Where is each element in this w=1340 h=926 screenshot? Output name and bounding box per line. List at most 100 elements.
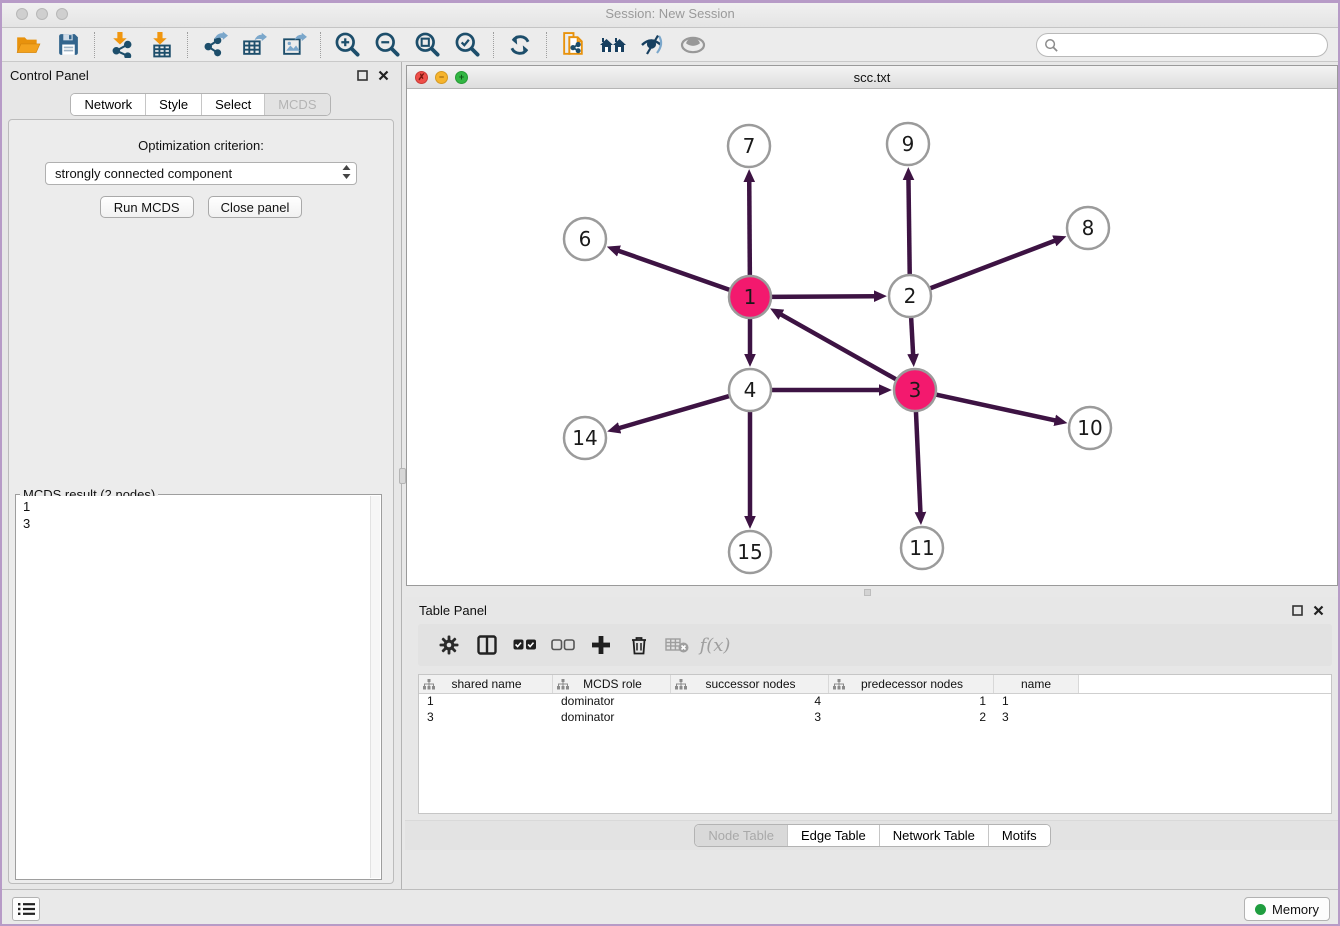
network-graph[interactable]: 7968124314101511 bbox=[407, 89, 1337, 585]
graph-edge-2-9[interactable] bbox=[908, 179, 909, 277]
table-panel-title: Table Panel bbox=[419, 603, 487, 618]
save-session-button[interactable] bbox=[48, 30, 88, 60]
close-panel-button[interactable] bbox=[375, 67, 391, 83]
split-view-button[interactable] bbox=[468, 630, 506, 660]
graph-node-label-3: 3 bbox=[909, 378, 922, 402]
graph-edge-3-10[interactable] bbox=[934, 394, 1056, 421]
cell-name[interactable]: 1 bbox=[994, 694, 1079, 710]
show-all-button[interactable] bbox=[673, 30, 713, 60]
close-panel-pushbutton[interactable]: Close panel bbox=[208, 196, 303, 218]
deselect-all-columns-button[interactable] bbox=[544, 630, 582, 660]
tab-network[interactable]: Network bbox=[71, 94, 145, 115]
cell-successor-nodes[interactable]: 3 bbox=[671, 710, 829, 726]
panel-splitter-handle[interactable] bbox=[399, 468, 406, 484]
network-canvas[interactable]: 7968124314101511 bbox=[407, 89, 1337, 585]
graph-edge-2-3[interactable] bbox=[911, 315, 913, 355]
graph-edge-1-2[interactable] bbox=[769, 296, 875, 297]
tab-style[interactable]: Style bbox=[145, 94, 201, 115]
function-builder-button[interactable]: f(x) bbox=[696, 630, 734, 660]
hierarchy-icon bbox=[423, 679, 435, 690]
control-panel-tabs: Network Style Select MCDS bbox=[70, 93, 330, 116]
graph-node-label-15: 15 bbox=[737, 540, 762, 564]
run-mcds-button[interactable]: Run MCDS bbox=[100, 196, 194, 218]
import-table-button[interactable] bbox=[141, 30, 181, 60]
cell-shared-name[interactable]: 1 bbox=[419, 694, 553, 710]
export-network-button[interactable] bbox=[194, 30, 234, 60]
clone-network-button[interactable] bbox=[553, 30, 593, 60]
toolbar-separator bbox=[94, 32, 95, 58]
result-item[interactable]: 3 bbox=[23, 515, 364, 532]
horizontal-splitter[interactable] bbox=[406, 587, 1338, 597]
import-network-button[interactable] bbox=[101, 30, 141, 60]
refresh-view-button[interactable] bbox=[500, 30, 540, 60]
search-field[interactable] bbox=[1036, 33, 1328, 57]
table-float-button[interactable] bbox=[1289, 602, 1305, 618]
mcds-result-list[interactable]: 1 3 bbox=[17, 496, 370, 878]
hide-selected-button[interactable] bbox=[633, 30, 673, 60]
export-image-button[interactable] bbox=[274, 30, 314, 60]
optimization-criterion-select[interactable]: strongly connected component bbox=[45, 162, 357, 185]
table-settings-button[interactable] bbox=[430, 630, 468, 660]
table-close-button[interactable] bbox=[1310, 602, 1326, 618]
export-table-button[interactable] bbox=[234, 30, 274, 60]
delete-table-icon bbox=[665, 637, 689, 653]
column-header-name[interactable]: name bbox=[994, 675, 1079, 693]
graph-edge-2-8[interactable] bbox=[928, 240, 1056, 289]
zoom-selected-button[interactable] bbox=[447, 30, 487, 60]
graph-edge-1-6[interactable] bbox=[618, 251, 732, 291]
main-toolbar bbox=[0, 28, 1340, 62]
cell-predecessor-nodes[interactable]: 1 bbox=[829, 694, 994, 710]
search-input[interactable] bbox=[1059, 35, 1327, 55]
table-row[interactable]: 3 dominator 3 2 3 bbox=[419, 710, 1331, 726]
checked-boxes-icon bbox=[513, 639, 537, 651]
network-window-titlebar[interactable]: ✗ − + scc.txt bbox=[407, 66, 1337, 89]
trash-icon bbox=[630, 635, 648, 655]
zoom-in-button[interactable] bbox=[327, 30, 367, 60]
splitter-handle[interactable] bbox=[864, 589, 871, 596]
export-table-icon bbox=[241, 31, 268, 58]
zoom-out-button[interactable] bbox=[367, 30, 407, 60]
tab-select[interactable]: Select bbox=[201, 94, 264, 115]
table-row[interactable]: 1 dominator 4 1 1 bbox=[419, 694, 1331, 710]
toolbar-separator bbox=[546, 32, 547, 58]
delete-table-button[interactable] bbox=[658, 630, 696, 660]
delete-columns-button[interactable] bbox=[620, 630, 658, 660]
column-header-predecessor-nodes[interactable]: predecessor nodes bbox=[829, 675, 994, 693]
select-all-columns-button[interactable] bbox=[506, 630, 544, 660]
tab-mcds[interactable]: MCDS bbox=[264, 94, 329, 115]
add-column-button[interactable] bbox=[582, 630, 620, 660]
tab-motifs[interactable]: Motifs bbox=[988, 825, 1050, 846]
tab-edge-table[interactable]: Edge Table bbox=[787, 825, 879, 846]
task-history-button[interactable] bbox=[12, 897, 40, 921]
open-session-button[interactable] bbox=[8, 30, 48, 60]
graph-edge-1-7[interactable] bbox=[749, 181, 750, 278]
column-header-shared-name[interactable]: shared name bbox=[419, 675, 553, 693]
graph-edge-4-14[interactable] bbox=[619, 395, 732, 428]
tab-network-table[interactable]: Network Table bbox=[879, 825, 988, 846]
graph-edge-3-11[interactable] bbox=[916, 409, 921, 513]
float-panel-button[interactable] bbox=[354, 67, 370, 83]
save-floppy-icon bbox=[56, 32, 81, 57]
tab-node-table[interactable]: Node Table bbox=[695, 825, 787, 846]
graph-node-label-9: 9 bbox=[902, 132, 915, 156]
graph-edge-3-1[interactable] bbox=[780, 314, 898, 380]
cell-shared-name[interactable]: 3 bbox=[419, 710, 553, 726]
fx-icon: f(x) bbox=[700, 635, 731, 656]
memory-label: Memory bbox=[1272, 902, 1319, 917]
result-scrollbar[interactable] bbox=[370, 496, 380, 878]
result-item[interactable]: 1 bbox=[23, 498, 364, 515]
memory-button[interactable]: Memory bbox=[1244, 897, 1330, 921]
cell-mcds-role[interactable]: dominator bbox=[553, 694, 671, 710]
column-header-successor-nodes[interactable]: successor nodes bbox=[671, 675, 829, 693]
cell-name[interactable]: 3 bbox=[994, 710, 1079, 726]
hierarchy-icon bbox=[833, 679, 845, 690]
table-header-row: shared name MCDS role successor nodes bbox=[419, 675, 1331, 694]
cell-successor-nodes[interactable]: 4 bbox=[671, 694, 829, 710]
first-neighbors-button[interactable] bbox=[593, 30, 633, 60]
zoom-fit-button[interactable] bbox=[407, 30, 447, 60]
import-table-icon bbox=[148, 31, 175, 58]
cell-mcds-role[interactable]: dominator bbox=[553, 710, 671, 726]
cell-predecessor-nodes[interactable]: 2 bbox=[829, 710, 994, 726]
node-table[interactable]: shared name MCDS role successor nodes bbox=[418, 674, 1332, 814]
column-header-mcds-role[interactable]: MCDS role bbox=[553, 675, 671, 693]
